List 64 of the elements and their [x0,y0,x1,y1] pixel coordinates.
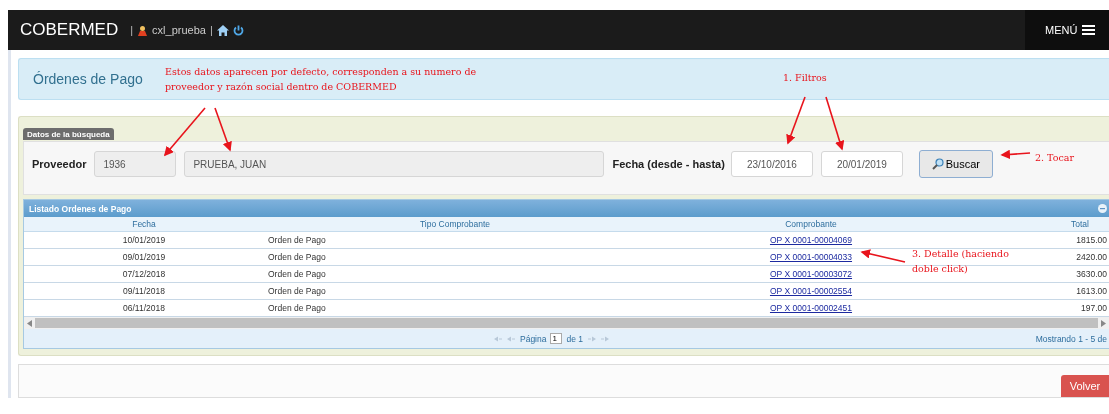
page-label: Página [520,333,547,344]
annotation-note: 2. Tocar [1035,151,1074,165]
table-cell: Orden de Pago [264,299,646,317]
date-to-field[interactable]: 20/01/2019 [820,151,903,177]
annotation-arrow [860,249,906,263]
table-cell: 09/11/2018 [24,282,264,300]
table-cell: 3630.00 [976,265,1109,283]
page-title: Órdenes de Pago [33,71,143,87]
menu-button[interactable]: MENÚ [1025,10,1109,50]
home-icon[interactable] [216,24,229,36]
scrollbar-thumb[interactable] [35,318,1098,328]
voucher-link[interactable]: OP X 0001-00002554 [769,286,853,296]
provider-name-field[interactable]: PRUEBA, JUAN [184,151,605,177]
annotation-note: 1. Filtros [783,71,827,85]
table-cell: 09/01/2019 [24,248,264,266]
table-cell: Orden de Pago [264,248,646,266]
table-cell: 197.00 [976,299,1109,317]
date-from-field[interactable]: 23/10/2016 [730,151,813,177]
power-icon[interactable] [232,24,244,36]
column-header[interactable]: Total [976,217,1109,232]
annotation-note: Estos datos aparecen por defecto, corresponden a su numero de proveedor y razón social dentro de COBERMED [165,65,478,94]
collapse-icon[interactable] [1098,204,1107,213]
page-number-field[interactable]: 1 [550,333,563,344]
column-header[interactable]: Comprobante [646,217,976,232]
table-cell: 1613.00 [976,282,1109,300]
user-name: cxl_prueba [152,24,206,36]
voucher-link[interactable]: OP X 0001-00004033 [769,252,853,262]
provider-number-field[interactable]: 1936 [94,151,177,177]
separator: | [130,24,134,36]
next-last-page-icon [587,335,609,342]
table-cell: 07/12/2018 [24,265,264,283]
table-cell: Orden de Pago [264,231,646,249]
menu-icon [1082,25,1096,35]
annotation-arrow [825,96,845,151]
annotation-arrow [786,96,806,145]
annotation-arrow [163,107,206,157]
table-cell: 1815.00 [976,231,1109,249]
table-cell: 10/01/2019 [24,231,264,249]
separator: | [209,24,213,36]
table-cell: Orden de Pago [264,282,646,300]
voucher-link[interactable]: OP X 0001-00003072 [769,269,853,279]
record-count: Mostrando 1 - 5 de [1035,333,1108,344]
table-cell: Orden de Pago [264,265,646,283]
annotation-arrow [214,107,232,152]
user-icon [137,24,149,36]
brand-name[interactable]: COBERMED [20,20,119,40]
search-button[interactable]: Buscar [918,150,993,178]
date-range-label: Fecha (desde - hasta) [612,157,725,172]
voucher-link[interactable]: OP X 0001-00002451 [769,303,853,313]
table-cell: 06/11/2018 [24,299,264,317]
provider-label: Proveedor [32,157,87,172]
page-count: de 1 [566,333,583,344]
column-header[interactable]: Fecha [24,217,264,232]
section-legend: Datos de la búsqueda [23,128,114,140]
voucher-link[interactable]: OP X 0001-00004069 [769,235,853,245]
grid-title: Listado Ordenes de Pago [29,203,132,214]
back-button[interactable]: Volver [1061,375,1109,397]
annotation-arrow [1000,149,1031,160]
column-header[interactable]: Tipo Comprobante [264,217,646,232]
first-prev-page-icon [494,335,516,342]
scroll-left-icon [27,319,32,327]
search-icon [931,158,944,170]
horizontal-scrollbar[interactable] [24,317,1109,329]
scroll-right-icon [1101,319,1106,327]
